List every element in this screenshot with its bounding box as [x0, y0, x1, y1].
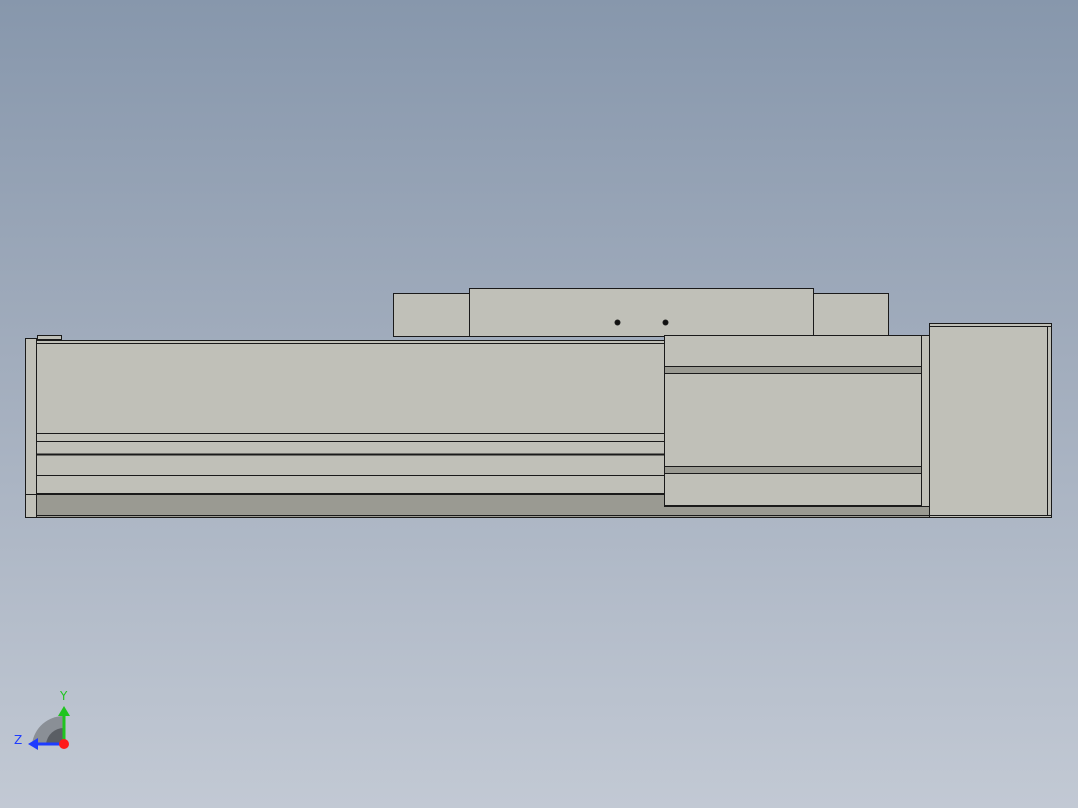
orientation-triad: Y Z: [14, 689, 70, 750]
adapter-side-flange: [921, 335, 930, 507]
slider-hole: [614, 319, 621, 326]
slider-left-block[interactable]: [393, 293, 470, 337]
origin-dot: [59, 739, 69, 749]
cad-model[interactable]: [0, 0, 1078, 808]
left-end-cap[interactable]: [25, 338, 37, 518]
adapter-upper-rail: [664, 335, 922, 367]
left-end-cap-tab: [37, 335, 62, 340]
z-axis-label: Z: [14, 733, 22, 747]
main-rail-body[interactable]: [36, 340, 665, 494]
adapter-lower-rail: [664, 473, 922, 506]
motor-body[interactable]: [929, 323, 1052, 518]
y-axis-label: Y: [59, 689, 68, 703]
slider-right-block[interactable]: [813, 293, 889, 336]
y-axis-arrow-head: [58, 706, 70, 716]
slider-top-plate[interactable]: [469, 288, 814, 337]
slider-hole: [662, 319, 669, 326]
graphics-viewport[interactable]: Y Z: [0, 0, 1078, 808]
adapter-upper-lip: [664, 366, 922, 374]
adapter-lower-lip: [664, 466, 922, 474]
